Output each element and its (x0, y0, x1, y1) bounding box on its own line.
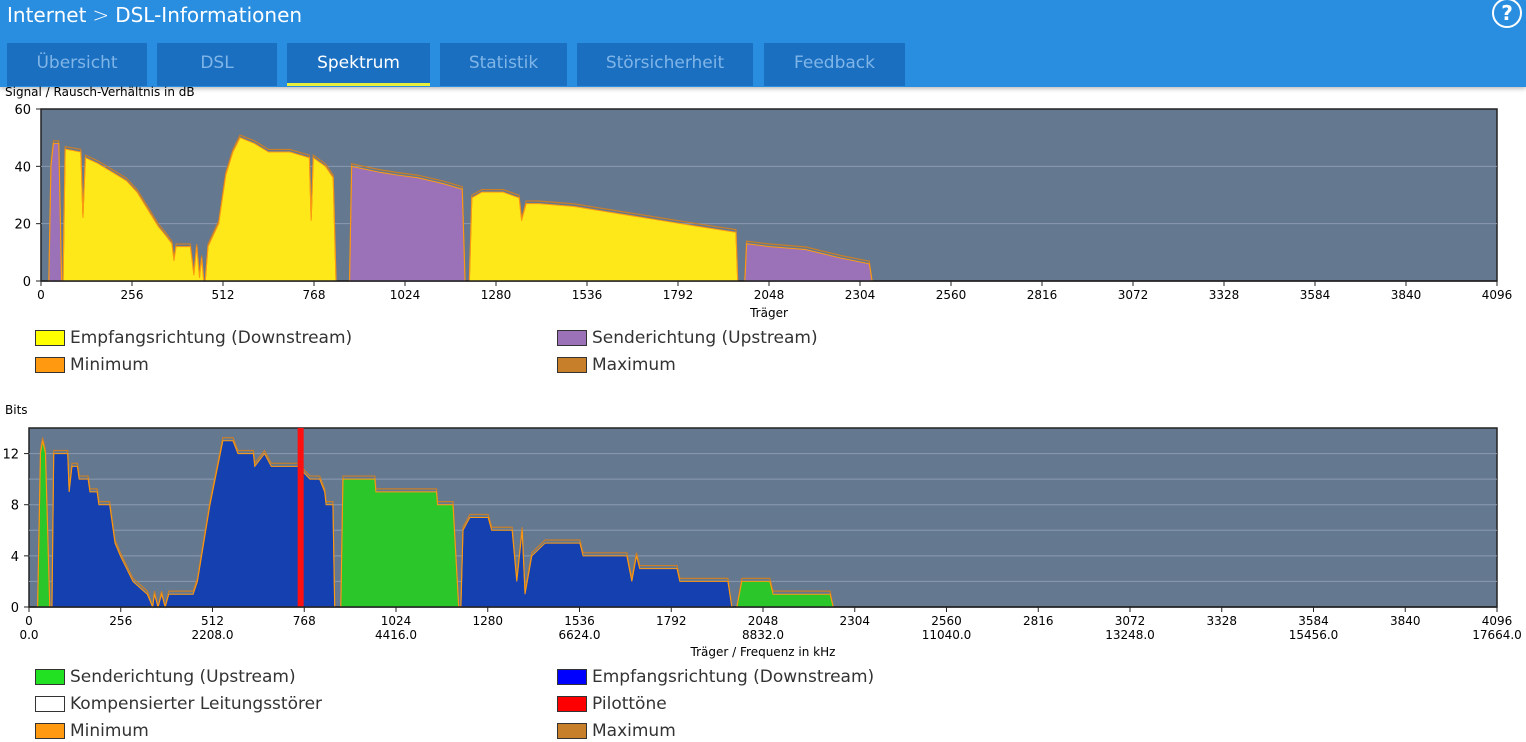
x-tick-label: 3584 (1298, 614, 1329, 628)
legend-compensated-interferer: Kompensierter Leitungsstörer (35, 694, 322, 714)
x-tick-label: 3840 (1390, 614, 1421, 628)
y-tick-label: 12 (2, 448, 19, 463)
legend-swatch (557, 723, 587, 739)
x-tick-label: 3072 (1115, 614, 1146, 628)
legend-downstream: Empfangsrichtung (Downstream) (557, 667, 874, 687)
legend-label: Pilottöne (592, 694, 667, 714)
legend-label: Empfangsrichtung (Downstream) (592, 667, 875, 687)
legend-label: Kompensierter Leitungsstörer (70, 694, 323, 714)
freq-tick-label: 15456.0 (1289, 628, 1339, 642)
freq-tick-label: 0.0 (19, 628, 38, 642)
legend-swatch (557, 669, 587, 685)
x-tick-label: 0 (25, 614, 33, 628)
x-tick-label: 768 (293, 614, 316, 628)
legend-label: Minimum (70, 721, 149, 741)
legend-upstream: Senderichtung (Upstream) (35, 667, 296, 687)
legend-swatch (35, 723, 65, 739)
legend-swatch (35, 669, 65, 685)
legend-minimum: Minimum (35, 721, 149, 741)
x-tick-label: 512 (201, 614, 224, 628)
x-tick-label: 256 (109, 614, 132, 628)
freq-tick-label: 8832.0 (742, 628, 784, 642)
x-tick-label: 4096 (1482, 614, 1513, 628)
x-tick-label: 2816 (1023, 614, 1054, 628)
legend-maximum: Maximum (557, 721, 676, 741)
freq-tick-label: 13248.0 (1105, 628, 1155, 642)
legend-label: Senderichtung (Upstream) (70, 667, 296, 687)
y-tick-label: 4 (11, 550, 19, 565)
x-tick-label: 1024 (381, 614, 412, 628)
bits-chart: 0 256 512 768 1024 1280 1536 1792 2048 2304 2560 28… (2, 427, 1522, 659)
pilot-tone (297, 428, 304, 607)
freq-tick-label: 11040.0 (922, 628, 972, 642)
x-tick-label: 3328 (1206, 614, 1237, 628)
freq-tick-label: 6624.0 (559, 628, 601, 642)
x-tick-label: 2304 (839, 614, 870, 628)
x-tick-label: 1792 (656, 614, 687, 628)
legend-swatch (557, 696, 587, 712)
x-tick-label: 2048 (748, 614, 779, 628)
freq-tick-label: 17664.0 (1472, 628, 1522, 642)
legend-swatch (35, 696, 65, 712)
legend-label: Maximum (592, 721, 676, 741)
y-tick-label: 8 (11, 499, 19, 514)
freq-tick-label: 2208.0 (192, 628, 234, 642)
x-tick-label: 1536 (564, 614, 595, 628)
x-axis-title: Träger / Frequenz in kHz (690, 645, 836, 659)
x-tick-label: 2560 (931, 614, 962, 628)
legend-pilot-tones: Pilottöne (557, 694, 667, 714)
y-tick-label: 0 (11, 601, 19, 616)
x-tick-label: 1280 (472, 614, 503, 628)
freq-tick-label: 4416.0 (375, 628, 417, 642)
